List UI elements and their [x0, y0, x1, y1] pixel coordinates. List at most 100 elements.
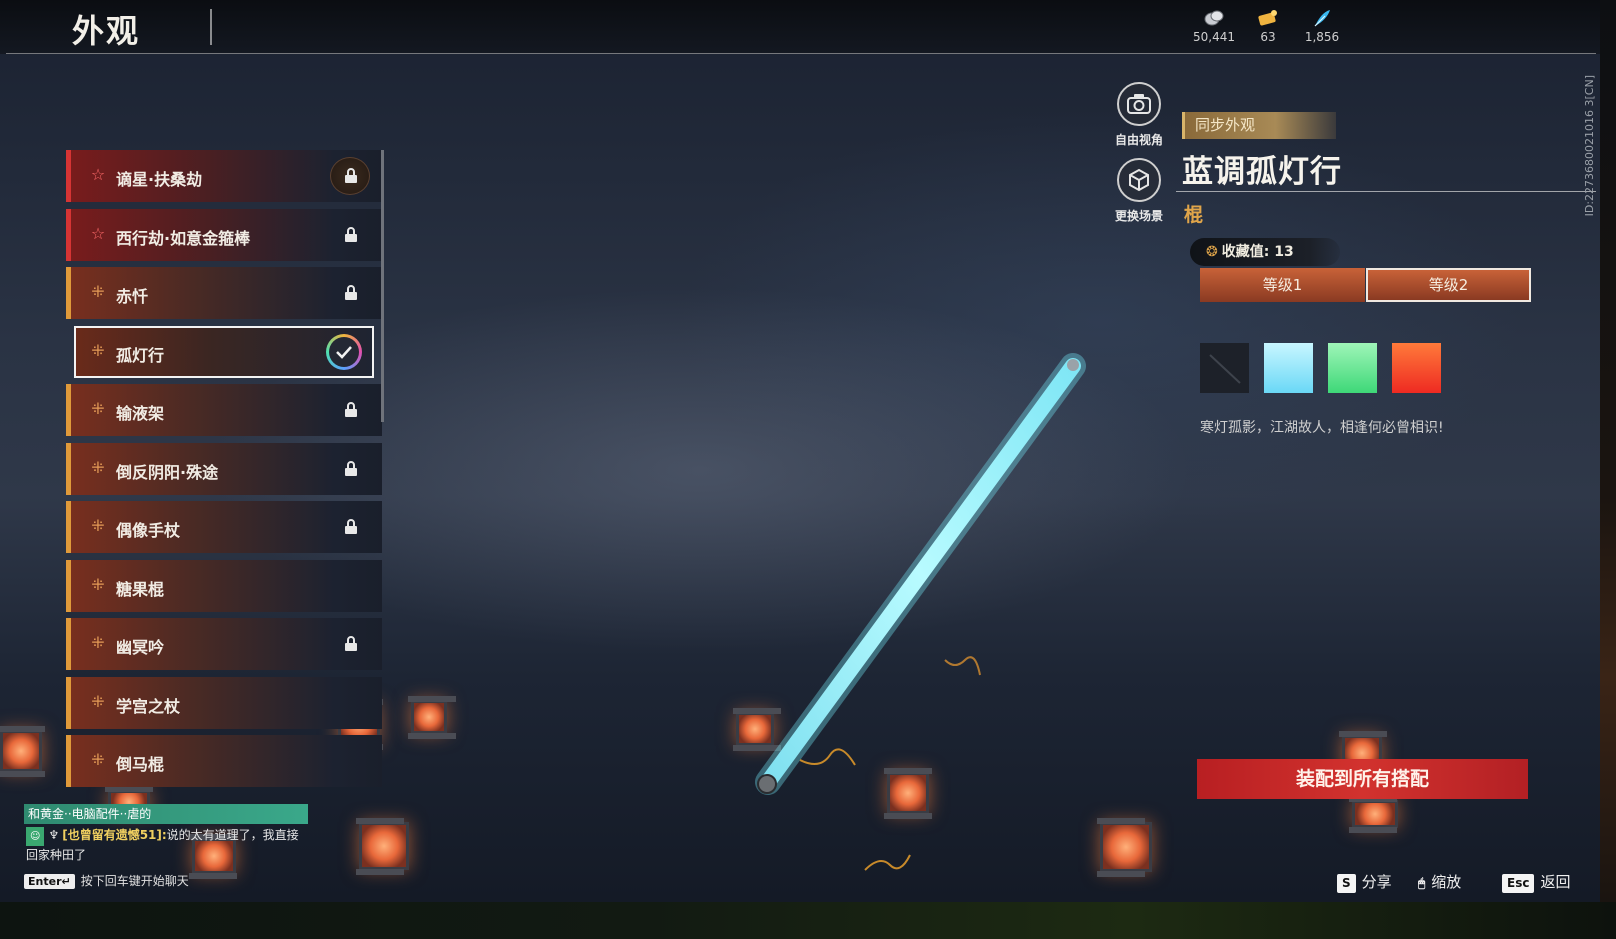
camera-icon	[1127, 94, 1151, 114]
zoom-label: 缩放	[1431, 873, 1462, 891]
cross-flower-icon: ⁜	[91, 633, 105, 652]
equip-all-button[interactable]: 装配到所有搭配	[1197, 759, 1528, 799]
mouse-icon: 🖱	[1418, 876, 1426, 890]
list-item-label: 西行劫·如意金箍棒	[116, 228, 251, 248]
list-item-label: 赤忏	[116, 287, 149, 306]
rarity-bar	[66, 618, 71, 670]
currency-feather: 1,856	[1292, 8, 1352, 44]
collection-value: 收藏值: 13	[1221, 244, 1294, 260]
cross-flower-icon: ⁜	[91, 457, 105, 477]
level-1-tab[interactable]: 等级1	[1200, 268, 1365, 302]
list-item[interactable]: ⁜ 倒反阴阳·殊途	[66, 442, 382, 495]
free-view-label: 自由视角	[1114, 133, 1163, 147]
chat-hint-label: 按下回车键开始聊天	[80, 874, 189, 888]
item-type: 棍	[1184, 204, 1204, 226]
share-label: 分享	[1361, 873, 1392, 891]
free-view-button[interactable]: 自由视角	[1104, 82, 1174, 148]
chat-line: 和黄金··电脑配件··虐的	[24, 804, 308, 824]
lock-icon	[345, 168, 357, 183]
top-bar	[0, 0, 1600, 54]
bottom-strip	[0, 902, 1616, 939]
share-hotkey[interactable]: S 分享	[1337, 871, 1392, 893]
list-item-label: 糖果棍	[116, 579, 165, 599]
equipped-check-icon	[326, 333, 362, 370]
header-divider	[6, 53, 1596, 54]
chat-message: ☺ ♆ [也曾留有遗憾51]:说的太有道理了，我直接回家种田了	[26, 826, 306, 865]
name-divider	[1176, 191, 1596, 192]
star-icon: ☆	[90, 223, 106, 243]
screen-edge	[1600, 0, 1616, 902]
list-item-label: 幽冥吟	[116, 638, 165, 657]
back-label: 返回	[1540, 873, 1571, 891]
list-scrollbar[interactable]	[381, 150, 384, 422]
title-separator	[210, 9, 212, 45]
list-item[interactable]: ☆ 西行劫·如意金箍棒	[66, 208, 382, 261]
page-title: 外观	[72, 12, 141, 50]
rarity-bar	[66, 384, 71, 436]
list-item[interactable]: ⁜ 学宫之杖	[66, 676, 382, 729]
list-item[interactable]: ⁜ 倒马棍	[66, 735, 382, 787]
list-item-selected[interactable]: ⁜ 孤灯行	[74, 325, 374, 378]
change-scene-label: 更换场景	[1114, 209, 1163, 223]
rarity-bar	[66, 150, 71, 202]
lock-icon	[345, 636, 357, 651]
lock-icon	[345, 226, 357, 242]
player-id: ID:2273680021016 3[CN]	[1583, 75, 1596, 217]
cross-flower-icon: ⁜	[91, 282, 105, 301]
list-item-label: 倒反阴阳·殊途	[116, 462, 219, 482]
rarity-bar	[66, 442, 71, 495]
list-item-label: 学宫之杖	[116, 696, 181, 716]
list-item[interactable]: ⁜ 赤忏	[66, 267, 382, 319]
level-2-tab[interactable]: 等级2	[1366, 268, 1531, 302]
cross-flower-icon: ⁜	[91, 691, 105, 711]
list-item-label: 孤灯行	[116, 345, 165, 365]
zoom-hotkey[interactable]: 🖱 缩放	[1418, 871, 1461, 893]
list-item[interactable]: ⁜ 偶像手杖	[66, 501, 382, 553]
cross-flower-icon: ⁜	[91, 750, 105, 769]
currency-silver: 50,441	[1184, 8, 1244, 44]
chat-hint[interactable]: Enter↵ 按下回车键开始聊天	[24, 872, 189, 889]
rarity-bar	[66, 676, 71, 729]
share-key: S	[1337, 874, 1356, 893]
rarity-bar	[66, 559, 71, 612]
lock-icon	[345, 285, 357, 300]
swatch-red-orange[interactable]	[1392, 343, 1441, 393]
rarity-bar	[66, 208, 71, 261]
flavor-text: 寒灯孤影，江湖故人，相逢何必曾相识!	[1200, 420, 1444, 436]
cross-flower-icon: ⁜	[91, 340, 105, 360]
list-item-label: 偶像手杖	[116, 521, 181, 540]
chat-lotus-icon: ♆	[48, 828, 60, 842]
lock-icon	[345, 460, 357, 476]
swatch-none[interactable]	[1200, 343, 1249, 393]
star-icon: ☆	[90, 165, 106, 184]
lock-icon	[345, 519, 357, 534]
rarity-bar	[66, 267, 71, 319]
appearance-list[interactable]: ☆ 谪星·扶桑劫 ☆ 西行劫·如意金箍棒 ⁜ 赤忏 ⁜ 孤灯行 ⁜ 输液架 ⁜ …	[66, 150, 382, 802]
list-item-label: 输液架	[116, 404, 165, 423]
cross-flower-icon: ⁜	[91, 574, 105, 594]
currency-ticket-value: 63	[1260, 30, 1276, 44]
change-scene-button[interactable]: 更换场景	[1104, 158, 1174, 224]
collection-icon: ❂	[1206, 244, 1218, 260]
lock-icon	[345, 402, 357, 417]
enter-key: Enter↵	[24, 874, 75, 889]
list-item[interactable]: ⁜ 糖果棍	[66, 559, 382, 612]
scene-cube-icon	[1129, 168, 1149, 192]
rarity-bar	[66, 501, 71, 553]
currency-feather-value: 1,856	[1304, 30, 1340, 44]
back-hotkey[interactable]: Esc 返回	[1502, 871, 1570, 893]
cross-flower-icon: ⁜	[91, 516, 105, 535]
list-item[interactable]: ⁜ 输液架	[66, 384, 382, 436]
currency-silver-value: 50,441	[1193, 30, 1235, 44]
swatch-green[interactable]	[1328, 343, 1377, 393]
list-item[interactable]: ☆ 谪星·扶桑劫	[66, 150, 382, 202]
list-item[interactable]: ⁜ 幽冥吟	[66, 618, 382, 670]
swatch-cyan[interactable]	[1264, 343, 1313, 393]
silver-coin-icon	[1204, 10, 1224, 26]
chat-sender[interactable]: [也曾留有遗憾51]:	[62, 828, 166, 842]
currency-ticket: 63	[1238, 8, 1298, 44]
cross-flower-icon: ⁜	[91, 399, 105, 418]
sync-appearance-tag[interactable]: 同步外观	[1182, 112, 1336, 139]
item-name: 蓝调孤灯行	[1182, 154, 1342, 190]
esc-key: Esc	[1502, 874, 1535, 893]
